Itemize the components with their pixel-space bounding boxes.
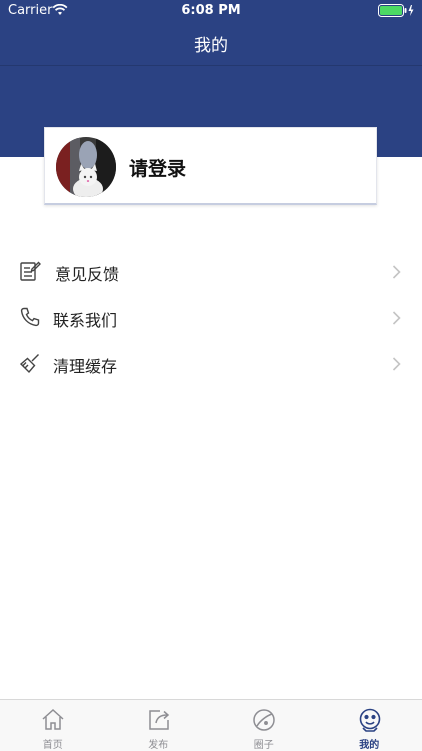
menu-item-clear-cache[interactable]: 清理缓存 <box>0 341 422 385</box>
clock: 6:08 PM <box>0 3 422 18</box>
chevron-right-icon <box>392 264 401 278</box>
tab-post[interactable]: 发布 <box>106 700 212 751</box>
login-prompt[interactable]: 请登录 <box>129 154 186 181</box>
phone-icon <box>19 306 41 328</box>
page-title: 我的 <box>0 31 422 56</box>
menu-item-feedback[interactable]: 意见反馈 <box>0 249 422 293</box>
tab-label: 我的 <box>317 736 422 751</box>
tab-mine[interactable]: 我的 <box>317 700 422 751</box>
chevron-right-icon <box>392 310 401 324</box>
planet-icon <box>251 707 277 733</box>
battery-icon <box>378 4 416 21</box>
tab-bar: 首页 发布 圈子 <box>0 699 422 751</box>
login-card[interactable]: 请登录 <box>44 127 377 205</box>
feedback-edit-icon <box>19 260 41 282</box>
avatar[interactable] <box>56 137 116 197</box>
chevron-right-icon <box>392 356 401 370</box>
tab-circle[interactable]: 圈子 <box>211 700 317 751</box>
menu-item-label: 清理缓存 <box>53 353 117 377</box>
tab-home[interactable]: 首页 <box>0 700 106 751</box>
menu-item-contact[interactable]: 联系我们 <box>0 295 422 339</box>
home-icon <box>40 707 66 733</box>
menu-item-label: 意见反馈 <box>55 261 119 285</box>
broom-icon <box>19 352 41 374</box>
tab-label: 圈子 <box>211 736 317 751</box>
tab-label: 发布 <box>106 736 212 751</box>
profile-face-icon <box>357 707 383 733</box>
tab-label: 首页 <box>0 736 106 751</box>
menu-item-label: 联系我们 <box>53 307 117 331</box>
nav-divider <box>0 65 422 66</box>
status-bar: Carrier 6:08 PM <box>0 0 422 22</box>
share-post-icon <box>146 707 172 733</box>
